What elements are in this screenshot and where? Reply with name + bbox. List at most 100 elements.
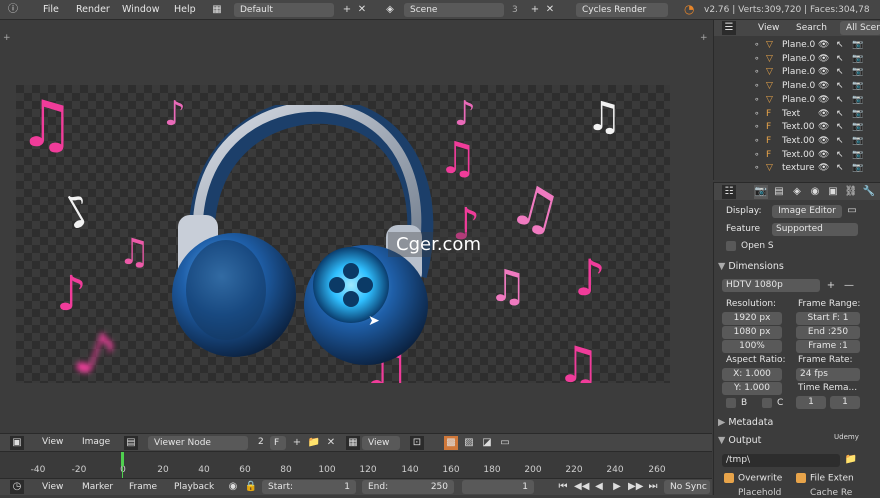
end-frame-prop-field[interactable]: End :250	[796, 326, 860, 339]
menu-image[interactable]: Image	[82, 437, 110, 447]
outliner-item[interactable]: ∘ F Text.00 👁 ↖ 📷	[714, 134, 880, 148]
expand-dot-icon[interactable]: ∘	[754, 93, 760, 107]
color-only-icon[interactable]: ◪	[480, 436, 494, 450]
end-frame-field[interactable]: End: 250	[362, 480, 454, 494]
add-screen-icon[interactable]: +	[340, 3, 354, 17]
properties-editor-icon[interactable]: ☷	[722, 185, 736, 199]
image-browse-icon[interactable]: ▤	[124, 436, 138, 450]
renderable-camera-icon[interactable]: 📷	[852, 38, 863, 52]
selectable-arrow-icon[interactable]: ↖	[836, 161, 844, 175]
visibility-eye-icon[interactable]: 👁	[818, 107, 829, 121]
outliner-search-menu[interactable]: Search	[796, 23, 827, 33]
lock-icon[interactable]: 🔒	[244, 480, 258, 494]
aspect-y-field[interactable]: Y: 1.000	[722, 382, 782, 395]
overwrite-option[interactable]: Overwrite	[724, 473, 782, 484]
alpha-display-icon[interactable]: ▩	[444, 436, 458, 450]
renderable-camera-icon[interactable]: 📷	[852, 52, 863, 66]
area-corner-plus-icon-right[interactable]: +	[700, 33, 708, 43]
add-scene-icon[interactable]: +	[528, 3, 542, 17]
image-name-field[interactable]: Viewer Node	[148, 436, 248, 450]
file-extensions-checkbox[interactable]	[796, 473, 806, 483]
render-tab-icon[interactable]: 📷	[754, 185, 768, 199]
menu-playback[interactable]: Playback	[174, 482, 214, 492]
feature-set-dropdown[interactable]: Supported	[772, 223, 858, 236]
aspect-x-field[interactable]: X: 1.000	[722, 368, 782, 381]
visibility-eye-icon[interactable]: 👁	[818, 93, 829, 107]
selectable-arrow-icon[interactable]: ↖	[836, 65, 844, 79]
expand-dot-icon[interactable]: ∘	[754, 79, 760, 93]
scene-icon[interactable]: ◈	[383, 3, 397, 17]
constraints-tab-icon[interactable]: ⛓	[844, 185, 858, 199]
editor-type-icon[interactable]: ▣	[10, 436, 24, 450]
frame-rate-dropdown[interactable]: 24 fps	[796, 368, 860, 381]
view-mode-dropdown[interactable]: View	[362, 436, 400, 450]
render-lock-icon[interactable]: ▭	[845, 204, 859, 218]
expand-dot-icon[interactable]: ∘	[754, 148, 760, 162]
menu-timeline-view[interactable]: View	[42, 482, 63, 492]
unlink-image-icon[interactable]: ✕	[324, 436, 338, 450]
renderable-camera-icon[interactable]: 📷	[852, 65, 863, 79]
expand-dot-icon[interactable]: ∘	[754, 52, 760, 66]
add-preset-icon[interactable]: +	[824, 279, 838, 293]
expand-dot-icon[interactable]: ∘	[754, 120, 760, 134]
selectable-arrow-icon[interactable]: ↖	[836, 52, 844, 66]
crop-checkbox[interactable]	[762, 398, 772, 408]
next-keyframe-icon[interactable]: ▶▶	[628, 480, 643, 494]
outliner-view-menu[interactable]: View	[758, 23, 779, 33]
jump-start-icon[interactable]: ⏮	[556, 480, 570, 494]
start-frame-prop-field[interactable]: Start F: 1	[796, 312, 860, 325]
render-layers-tab-icon[interactable]: ▤	[772, 185, 786, 199]
prev-keyframe-icon[interactable]: ◀◀	[574, 480, 589, 494]
info-editor-icon[interactable]: ⓘ	[6, 3, 20, 17]
outliner-item[interactable]: ∘ ▽ Plane.0 👁 ↖ 📷	[714, 65, 880, 79]
visibility-eye-icon[interactable]: 👁	[818, 38, 829, 52]
visibility-eye-icon[interactable]: 👁	[818, 120, 829, 134]
new-image-icon[interactable]: +	[290, 436, 304, 450]
jump-end-icon[interactable]: ⏭	[646, 480, 660, 494]
timeline-editor-icon[interactable]: ◷	[10, 480, 24, 494]
renderable-camera-icon[interactable]: 📷	[852, 79, 863, 93]
expand-dot-icon[interactable]: ∘	[754, 107, 760, 121]
play-icon[interactable]: ▶	[610, 480, 624, 494]
metadata-panel-header[interactable]: ▶ Metadata	[718, 415, 876, 431]
overwrite-checkbox[interactable]	[724, 473, 734, 483]
area-corner-plus-icon[interactable]: +	[3, 33, 11, 43]
border-checkbox[interactable]	[726, 398, 736, 408]
scene-tab-icon[interactable]: ◈	[790, 185, 804, 199]
open-image-icon[interactable]: 📁	[307, 436, 321, 450]
outliner-item[interactable]: ∘ ▽ Plane.0 👁 ↖ 📷	[714, 38, 880, 52]
visibility-eye-icon[interactable]: 👁	[818, 148, 829, 162]
remove-preset-icon[interactable]: —	[842, 279, 856, 293]
selectable-arrow-icon[interactable]: ↖	[836, 79, 844, 93]
outliner-item[interactable]: ∘ ▽ Plane.0 👁 ↖ 📷	[714, 79, 880, 93]
selectable-arrow-icon[interactable]: ↖	[836, 120, 844, 134]
remap-new-field[interactable]: 1	[830, 396, 860, 409]
menu-window[interactable]: Window	[122, 3, 159, 17]
renderable-camera-icon[interactable]: 📷	[852, 161, 863, 175]
placeholders-label[interactable]: Placehold	[738, 488, 781, 498]
visibility-eye-icon[interactable]: 👁	[818, 161, 829, 175]
outliner-item[interactable]: ∘ F Text.00 👁 ↖ 📷	[714, 120, 880, 134]
resolution-percent-field[interactable]: 100%	[722, 340, 782, 353]
outliner-item[interactable]: ∘ ▽ texture 👁 ↖ 📷	[714, 161, 880, 175]
view-mode-icon[interactable]: ▦	[346, 436, 360, 450]
remap-old-field[interactable]: 1	[796, 396, 826, 409]
frame-step-field[interactable]: Frame :1	[796, 340, 860, 353]
renderable-camera-icon[interactable]: 📷	[852, 134, 863, 148]
timeline-ruler[interactable]: -40 -20 0 20 40 60 80 100 120 140 160 18…	[0, 451, 712, 479]
menu-render[interactable]: Render	[76, 3, 110, 17]
object-tab-icon[interactable]: ▣	[826, 185, 840, 199]
outliner-item[interactable]: ∘ ▽ Plane.0 👁 ↖ 📷	[714, 52, 880, 66]
color-alpha-icon[interactable]: ▨	[462, 436, 476, 450]
resolution-x-field[interactable]: 1920 px	[722, 312, 782, 325]
file-extensions-option[interactable]: File Exten	[796, 473, 854, 484]
render-preset-dropdown[interactable]: HDTV 1080p	[722, 279, 820, 292]
render-image[interactable]: ♫ ♪ ♪ ♫ ♪ ♪ ♪ ♫ ♫ ♫ ♪ ♫ ♪ ♫ ♫	[16, 85, 670, 383]
alpha-only-icon[interactable]: ▭	[498, 436, 512, 450]
renderable-camera-icon[interactable]: 📷	[852, 107, 863, 121]
outliner-item[interactable]: ∘ F Text.00 👁 ↖ 📷	[714, 148, 880, 162]
menu-help[interactable]: Help	[174, 3, 196, 17]
expand-dot-icon[interactable]: ∘	[754, 65, 760, 79]
selectable-arrow-icon[interactable]: ↖	[836, 107, 844, 121]
play-reverse-icon[interactable]: ◀	[592, 480, 606, 494]
